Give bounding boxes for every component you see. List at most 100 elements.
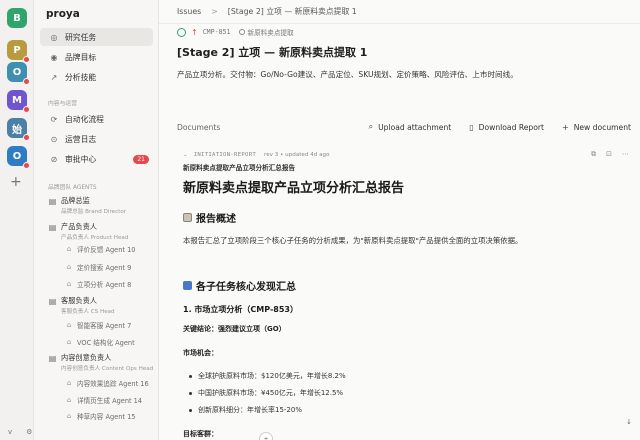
sidebar-agent-smart-cs[interactable]: ⌂ 智能客服 Agent 7 — [64, 320, 132, 330]
goal-icon: ◉ — [50, 52, 58, 62]
doc-conclusion: 关键结论：强烈建议立项（GO） — [183, 325, 286, 333]
issue-id: CMP-851 — [202, 28, 231, 36]
sidebar-agent-seeding-content[interactable]: ⌂ 种草内容 Agent 15 — [64, 411, 136, 421]
status-circle-icon — [238, 29, 245, 35]
agent-icon: ⌂ — [66, 396, 72, 404]
doc-small-title: 新原料卖点提取产品立项分析汇总报告 — [183, 164, 296, 172]
brand-name: proya — [46, 8, 80, 20]
list-item: 全球护肤原料市场：$120亿美元，年增长8.2% — [189, 371, 346, 381]
new-document-button[interactable]: + New document — [562, 122, 631, 132]
approval-count-badge: 21 — [133, 154, 149, 164]
workspace-avatar-p[interactable]: P — [7, 40, 30, 63]
workspace-avatar-shi[interactable]: 始 — [7, 118, 30, 141]
sidebar-item-ops-log[interactable]: ⊙ 运营日志 — [40, 130, 153, 148]
sidebar-agent-initiation-analysis[interactable]: ⌂ 立项分析 Agent 8 — [64, 279, 132, 289]
sidebar-item-approvals[interactable]: ⊘ 审批中心 21 — [40, 150, 153, 168]
sidebar-footer: v ⚙ — [8, 428, 32, 436]
sidebar-agent-review-feedback[interactable]: ⌂ 评价反馈 Agent 10 — [64, 244, 136, 254]
agent-icon: ⌂ — [66, 263, 72, 271]
breadcrumb-issues[interactable]: Issues — [177, 7, 201, 16]
agent-group-content-head[interactable]: ▤ 内容创意负责人 内容创意负责人 Content Ops Head — [48, 353, 156, 372]
agent-icon: ⌂ — [66, 412, 72, 420]
paperclip-icon: ⌕ — [368, 122, 374, 131]
breadcrumb-current: [Stage 2] 立项 — 新原料卖点提取 1 — [227, 7, 357, 16]
sidebar-agent-pricing-search[interactable]: ⌂ 定价搜索 Agent 9 — [64, 262, 132, 272]
download-report-button[interactable]: ▯ Download Report — [469, 122, 544, 132]
issue-detail: ↑ CMP-851 新原料卖点提取 [Stage 2] 立项 — 新原料卖点提取… — [159, 24, 640, 440]
notification-dot — [23, 106, 30, 113]
workspace-avatar-b[interactable]: B — [7, 8, 27, 28]
clock-icon: ⊙ — [50, 134, 58, 144]
workspace-rail: B P O M 始 O + — [0, 0, 34, 440]
doc-market-heading: 1. 市场立项分析（CMP-853） — [183, 305, 298, 314]
trend-icon: ↗ — [50, 72, 58, 82]
more-icon[interactable]: ⋯ — [622, 150, 629, 159]
memo-icon — [183, 213, 192, 222]
shield-icon: ⊘ — [50, 154, 58, 164]
doc-market-label: 市场机会： — [183, 349, 218, 357]
chevron-right-icon: > — [211, 7, 218, 16]
documents-bar: Documents ⌕ Upload attachment ▯ Download R… — [177, 120, 631, 134]
upload-attachment-button[interactable]: ⌕ Upload attachment — [369, 122, 452, 132]
automation-icon: ⟳ — [50, 114, 58, 124]
doc-heading: 新原料卖点提取产品立项分析汇总报告 — [183, 181, 405, 196]
documents-label: Documents — [177, 122, 221, 132]
sidebar-item-analysis-skills[interactable]: ↗ 分析技能 — [40, 68, 153, 86]
sidebar-agent-detail-page[interactable]: ⌂ 详情页生成 Agent 14 — [64, 395, 142, 405]
document-header: ⌄ INITIATION-REPORT rev 3 • updated 4d a… — [183, 150, 629, 159]
version-menu[interactable]: v — [8, 428, 12, 436]
issue-title[interactable]: [Stage 2] 立项 — 新原料卖点提取 1 — [177, 44, 367, 60]
copy-icon[interactable]: ⧉ — [591, 150, 596, 159]
section-label-ops: 内容与运营 — [48, 101, 77, 107]
chart-icon — [183, 281, 192, 290]
agent-group-brand-director[interactable]: ▤ 品牌总监 品牌总监 Brand Director — [48, 196, 156, 215]
doc-findings-heading: 各子任务核心发现汇总 — [183, 278, 296, 293]
breadcrumb: Issues > [Stage 2] 立项 — 新原料卖点提取 1 — [159, 0, 640, 24]
sidebar-item-automation[interactable]: ⟳ 自动化流程 — [40, 110, 153, 128]
workspace-avatar-o[interactable]: O — [7, 62, 30, 85]
sidebar-item-brand-goals[interactable]: ◉ 品牌目标 — [40, 48, 153, 66]
folder-icon: ▤ — [48, 196, 57, 206]
doc-overview-heading: 报告概述 — [183, 210, 236, 225]
document-type: INITIATION-REPORT — [193, 151, 257, 158]
folder-icon: ▤ — [48, 353, 57, 363]
folder-icon: ▤ — [48, 222, 57, 232]
sidebar: proya ◎ 研究任务 ◉ 品牌目标 ↗ 分析技能 内容与运营 ⟳ 自动化流程… — [34, 0, 159, 440]
agent-icon: ⌂ — [66, 280, 72, 288]
agent-group-product-head[interactable]: ▤ 产品负责人 产品负责人 Product Head — [48, 222, 156, 241]
plus-icon: + — [562, 122, 569, 132]
done-status-icon[interactable] — [177, 27, 186, 37]
folder-icon: ▤ — [48, 296, 57, 306]
add-workspace-icon[interactable]: + — [10, 174, 22, 190]
workspace-avatar-m[interactable]: M — [7, 90, 30, 113]
priority-up-icon[interactable]: ↑ — [191, 28, 198, 37]
workspace-avatar-o2[interactable]: O — [7, 146, 30, 169]
chevron-down-icon[interactable]: ⌄ — [183, 152, 188, 158]
scroll-down-button[interactable]: + — [259, 432, 273, 440]
issue-description[interactable]: 产品立项分析。交付物：Go/No-Go建议、产品定位、SKU规划、定价策略、风险… — [177, 68, 527, 82]
arrow-down-icon[interactable]: ↓ — [626, 418, 632, 426]
issue-status[interactable]: 新原料卖点提取 — [248, 27, 294, 37]
target-icon: ◎ — [50, 32, 58, 42]
sidebar-agent-voc[interactable]: ⌂ VOC 结构化 Agent — [64, 337, 135, 347]
notification-dot — [23, 162, 30, 169]
list-item: 创新原料细分：年增长率15-20% — [189, 405, 302, 415]
sidebar-agent-content-tracking[interactable]: ⌂ 内容效果追踪 Agent 16 — [64, 378, 149, 388]
agent-icon: ⌂ — [66, 338, 72, 346]
link-icon[interactable]: ⊡ — [606, 150, 612, 159]
issue-meta: ↑ CMP-851 新原料卖点提取 — [177, 27, 294, 37]
settings-icon[interactable]: ⚙ — [26, 428, 32, 436]
document-icon: ▯ — [469, 122, 474, 132]
agent-group-cs-head[interactable]: ▤ 客服负责人 客服负责人 CS Head — [48, 296, 156, 315]
sidebar-item-research-tasks[interactable]: ◎ 研究任务 — [40, 28, 153, 46]
section-label-agents: 品牌团队 AGENTS — [48, 185, 97, 191]
doc-target-label: 目标客群： — [183, 430, 218, 438]
document-revision: rev 3 • updated 4d ago — [264, 151, 330, 158]
document-body: 新原料卖点提取产品立项分析汇总报告 新原料卖点提取产品立项分析汇总报告 报告概述… — [183, 162, 583, 438]
agent-icon: ⌂ — [66, 245, 72, 253]
list-item: 中国护肤原料市场：¥450亿元，年增长12.5% — [189, 388, 343, 398]
notification-dot — [23, 78, 30, 85]
agent-icon: ⌂ — [66, 379, 72, 387]
doc-overview-text: 本报告汇总了立项阶段三个核心子任务的分析成果，为"新原料卖点提取"产品提供全面的… — [183, 236, 523, 245]
notification-dot — [23, 134, 30, 141]
